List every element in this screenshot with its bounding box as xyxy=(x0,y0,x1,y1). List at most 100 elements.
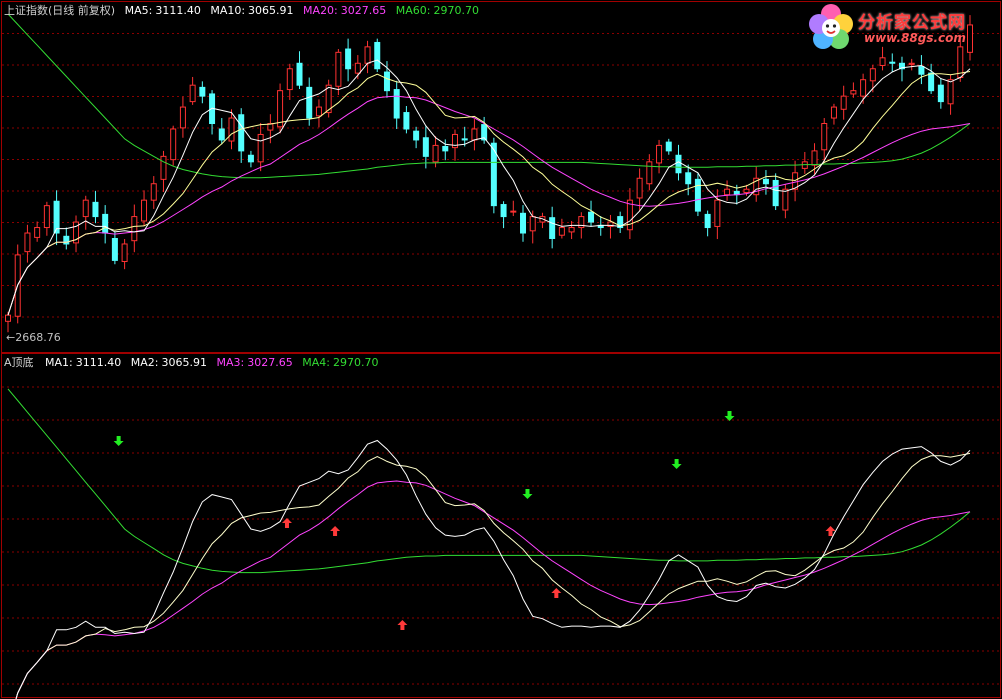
candle-body-up xyxy=(335,51,342,87)
candle-body-up xyxy=(121,243,128,262)
site-logo[interactable]: 分析家公式网 www.88gs.com xyxy=(806,2,998,52)
legend-ma10-label: MA10: xyxy=(210,4,246,17)
candle-body-up xyxy=(354,62,361,74)
stock-chart[interactable] xyxy=(0,0,1002,699)
legend-ma1: MA1: 3111.40 xyxy=(45,356,121,369)
candle-body-down xyxy=(413,130,420,141)
candle-body-up xyxy=(743,188,750,193)
candle-body-up xyxy=(830,106,837,119)
candle-body-down xyxy=(393,89,400,119)
candle-body-up xyxy=(529,216,536,232)
candle-body-up xyxy=(82,199,89,218)
candle-body-down xyxy=(520,212,527,234)
candle-body-up xyxy=(510,210,517,213)
low-price-marker: ←2668.76 xyxy=(6,331,61,344)
legend-ma5: MA5: 3111.40 xyxy=(125,4,201,17)
ma3-line xyxy=(15,480,971,699)
indicator-line-series xyxy=(7,388,971,699)
candle-body-up xyxy=(34,227,41,238)
up-arrow-icon xyxy=(551,588,562,598)
candle-body-up xyxy=(150,183,157,201)
legend-ma20: MA20: 3027.65 xyxy=(303,4,386,17)
main-panel-title: 上证指数(日线 前复权) xyxy=(4,4,116,17)
legend-ma10: MA10: 3065.91 xyxy=(210,4,293,17)
legend-ma3-label: MA3: xyxy=(216,356,245,369)
candle-body-up xyxy=(277,90,284,128)
legend-ma2-value: 3065.91 xyxy=(161,356,208,369)
candle-body-up xyxy=(5,314,11,322)
candle-body-up xyxy=(471,128,478,141)
up-arrow-icon xyxy=(330,526,341,536)
candle-body-down xyxy=(704,213,711,229)
legend-ma4: MA4: 2970.70 xyxy=(302,356,378,369)
legend-ma1-value: 3111.40 xyxy=(75,356,122,369)
candle-body-down xyxy=(296,62,303,86)
legend-ma10-value: 3065.91 xyxy=(248,4,294,17)
candle-body-up xyxy=(257,133,264,163)
legend-ma20-value: 3027.65 xyxy=(340,4,387,17)
candle-body-down xyxy=(92,201,99,218)
legend-ma5-label: MA5: xyxy=(124,4,153,17)
legend-ma60: MA60: 2970.70 xyxy=(396,4,479,17)
candle-body-up xyxy=(724,188,731,196)
candle-body-down xyxy=(665,141,672,152)
candle-body-up xyxy=(364,46,371,64)
candle-body-down xyxy=(247,154,254,163)
candle-body-up xyxy=(170,128,177,161)
candle-body-up xyxy=(879,57,886,66)
up-arrow-icon xyxy=(397,620,408,630)
indicator-panel-border xyxy=(1,353,1001,698)
candle-body-up xyxy=(811,150,818,166)
indicator-panel-grid xyxy=(2,386,1000,685)
candle-body-down xyxy=(549,217,556,239)
candle-body-up xyxy=(947,79,954,105)
candle-body-down xyxy=(199,86,206,97)
legend-ma1-label: MA1: xyxy=(45,356,73,369)
candle-body-up xyxy=(131,216,138,242)
candle-body-down xyxy=(694,178,701,212)
legend-ma20-label: MA20: xyxy=(303,4,338,17)
candle-body-up xyxy=(179,106,186,129)
candle-body-down xyxy=(218,128,225,141)
legend-ma4-value: 2970.70 xyxy=(332,356,379,369)
candle-body-down xyxy=(306,86,313,119)
logo-title: 分析家公式网 xyxy=(858,13,966,33)
candle-body-down xyxy=(442,146,449,152)
candle-body-up xyxy=(646,161,653,185)
indicator-panel-header: A顶底 MA1: 3111.40 MA2: 3065.91 MA3: 3027.65 … xyxy=(4,356,384,370)
legend-ma2: MA2: 3065.91 xyxy=(131,356,207,369)
candle-body-down xyxy=(422,137,429,157)
ma4-line xyxy=(7,388,971,574)
legend-ma4-label: MA4: xyxy=(302,356,330,369)
candle-body-up xyxy=(228,117,235,142)
candle-body-down xyxy=(928,72,935,92)
indicator-panel-title: A顶底 xyxy=(4,356,34,369)
candle-body-up xyxy=(714,199,721,227)
candle-body-up xyxy=(568,227,575,233)
candle-body-down xyxy=(374,41,381,70)
logo-url: www.88gs.com xyxy=(864,31,966,45)
candle-body-down xyxy=(889,61,896,64)
candle-body-down xyxy=(403,112,410,130)
candle-body-down xyxy=(685,172,692,185)
candle-body-down xyxy=(937,84,944,103)
flower-logo-icon xyxy=(809,4,853,49)
ma1-line xyxy=(15,439,971,699)
candle-body-down xyxy=(238,114,245,152)
main-panel-border xyxy=(1,1,1001,353)
candlestick-series xyxy=(5,15,973,333)
candle-body-down xyxy=(772,179,779,207)
main-panel-grid xyxy=(2,33,1000,318)
candle-body-down xyxy=(588,211,595,223)
candle-body-up xyxy=(850,90,857,95)
candle-body-up xyxy=(315,106,322,117)
candle-body-up xyxy=(24,232,31,253)
candle-body-up xyxy=(636,177,643,199)
candle-body-up xyxy=(558,227,565,236)
down-arrow-icon xyxy=(522,489,533,499)
candle-body-down xyxy=(111,237,118,261)
candle-body-up xyxy=(286,68,293,91)
candle-body-up xyxy=(860,79,867,97)
candle-body-up xyxy=(656,144,663,164)
candle-body-down xyxy=(918,66,925,75)
